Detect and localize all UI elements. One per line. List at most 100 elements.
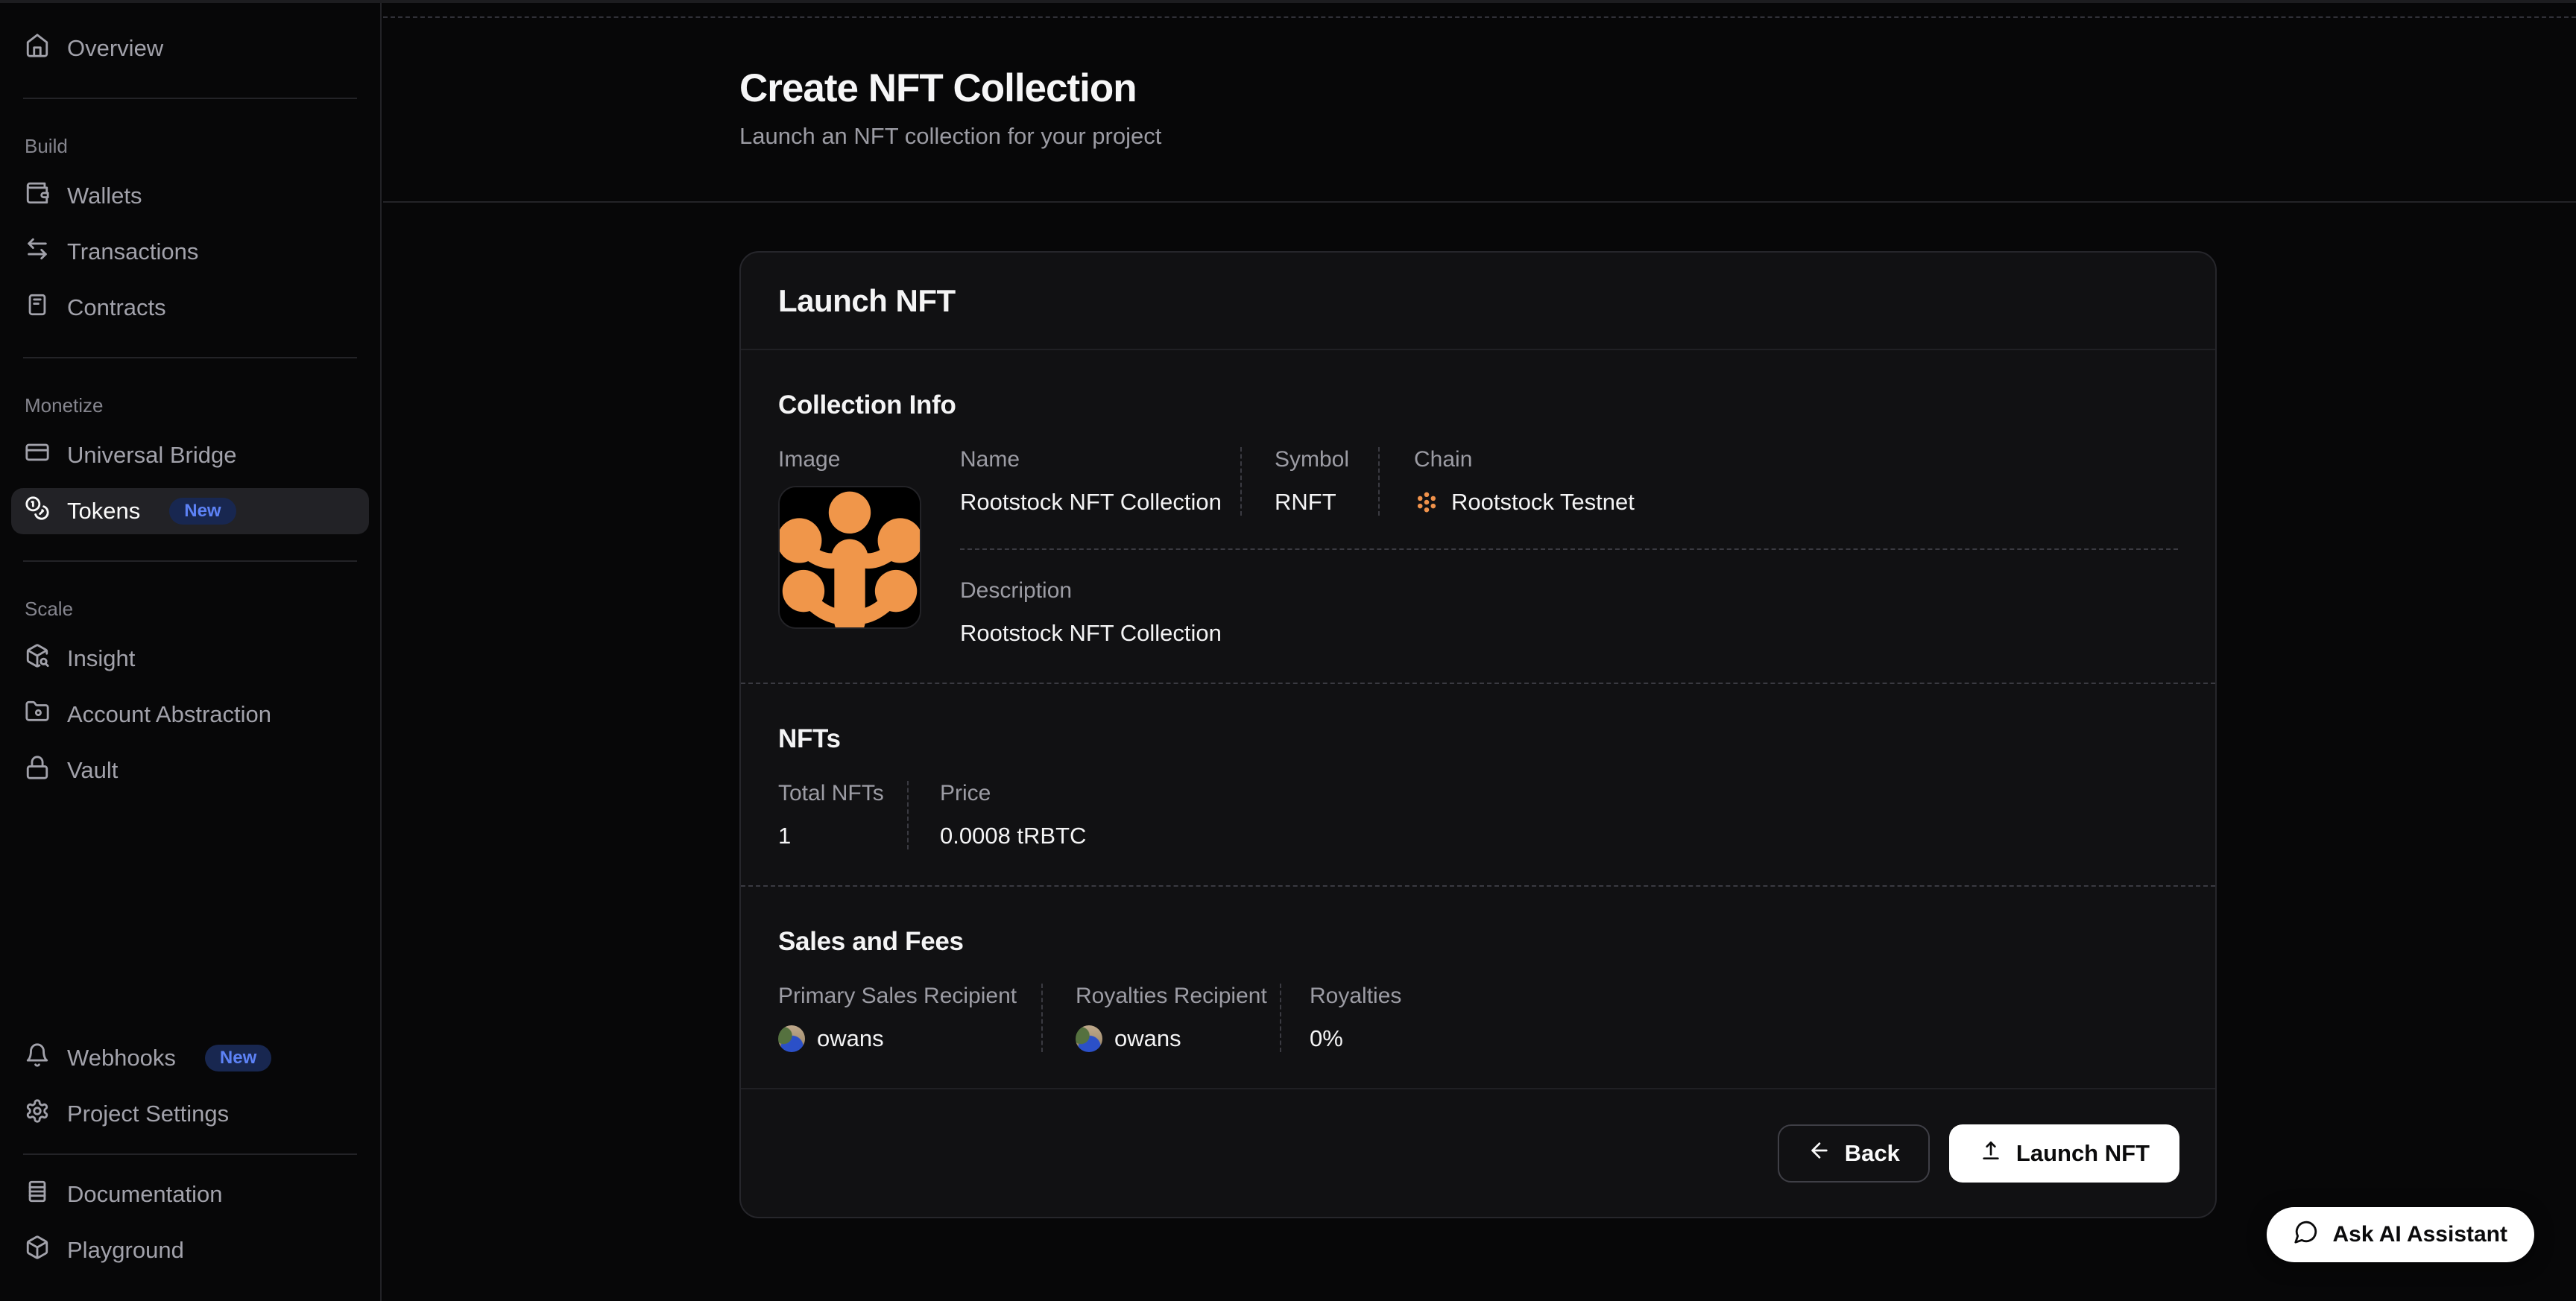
chain-label: Chain <box>1414 447 2178 472</box>
sidebar-item-label: Account Abstraction <box>67 701 271 728</box>
royalties-label: Royalties <box>1310 984 1401 1009</box>
card-header: Launch NFT <box>741 253 2215 350</box>
avatar <box>778 1025 805 1052</box>
wallet-icon <box>25 180 50 212</box>
symbol-label: Symbol <box>1275 447 1378 472</box>
sidebar-item-webhooks[interactable]: Webhooks New <box>11 1035 369 1081</box>
main-content: Create NFT Collection Launch an NFT coll… <box>383 3 2576 1301</box>
nft-artwork <box>780 487 920 627</box>
sidebar-divider <box>23 1153 357 1155</box>
sidebar-item-overview[interactable]: Overview <box>11 25 369 72</box>
ask-ai-assistant-button[interactable]: Ask AI Assistant <box>2267 1207 2534 1262</box>
collection-info-row: Name Rootstock NFT Collection Symbol RNF… <box>960 447 2178 550</box>
book-icon <box>25 1179 50 1210</box>
sidebar-item-wallets[interactable]: Wallets <box>11 173 369 219</box>
royalties-field: Royalties 0% <box>1280 984 1401 1052</box>
page-title: Create NFT Collection <box>739 66 2576 111</box>
card-title: Launch NFT <box>778 283 956 319</box>
coins-icon <box>25 496 50 527</box>
sidebar-item-label: Project Settings <box>67 1101 229 1127</box>
content-area: Launch NFT Collection Info Image <box>383 203 2576 1218</box>
name-field: Name Rootstock NFT Collection <box>960 447 1240 516</box>
sidebar-divider <box>23 560 357 562</box>
ask-ai-assistant-label: Ask AI Assistant <box>2332 1222 2507 1247</box>
sidebar-item-label: Documentation <box>67 1181 223 1208</box>
primary-sales-recipient-field: Primary Sales Recipient owans <box>778 984 1041 1052</box>
nfts-heading: NFTs <box>778 724 2178 754</box>
back-button-label: Back <box>1845 1140 1900 1167</box>
symbol-value: RNFT <box>1275 489 1378 516</box>
launch-nft-card: Launch NFT Collection Info Image <box>739 251 2217 1218</box>
new-badge: New <box>205 1045 271 1071</box>
card-footer: Back Launch NFT <box>741 1088 2215 1217</box>
description-label: Description <box>960 578 2178 604</box>
image-column: Image <box>778 447 960 647</box>
sidebar-item-label: Contracts <box>67 294 166 321</box>
description-value: Rootstock NFT Collection <box>960 620 2178 647</box>
sidebar-item-contracts[interactable]: Contracts <box>11 285 369 331</box>
gear-icon <box>25 1098 50 1130</box>
chain-value: Rootstock Testnet <box>1451 489 1635 516</box>
back-button[interactable]: Back <box>1778 1124 1930 1183</box>
sales-fees-section: Sales and Fees Primary Sales Recipient o… <box>741 885 2215 1088</box>
credit-card-icon <box>25 440 50 471</box>
sidebar-item-project-settings[interactable]: Project Settings <box>11 1091 369 1137</box>
sales-fees-heading: Sales and Fees <box>778 927 2178 957</box>
sidebar-item-insight[interactable]: Insight <box>11 636 369 682</box>
home-icon <box>25 33 50 64</box>
sidebar-divider <box>23 357 357 358</box>
arrow-left-icon <box>1808 1139 1831 1168</box>
sidebar-item-label: Universal Bridge <box>67 442 236 469</box>
sidebar-divider <box>23 98 357 99</box>
sidebar-item-playground[interactable]: Playground <box>11 1227 369 1273</box>
new-badge: New <box>169 498 236 525</box>
sidebar-item-universal-bridge[interactable]: Universal Bridge <box>11 432 369 478</box>
rootstock-chain-icon <box>1414 490 1439 515</box>
collection-info-heading: Collection Info <box>778 390 2178 420</box>
folder-icon <box>25 699 50 730</box>
app-window: Overview Build Wallets Transactions Cont… <box>0 0 2576 1301</box>
royalties-recipient-field: Royalties Recipient owans <box>1041 984 1280 1052</box>
price-value: 0.0008 tRBTC <box>940 823 1086 849</box>
page-subtitle: Launch an NFT collection for your projec… <box>739 123 2576 150</box>
total-nfts-label: Total NFTs <box>778 781 907 806</box>
sidebar-group-build: Build <box>25 135 369 158</box>
sidebar-item-label: Wallets <box>67 183 142 209</box>
description-field: Description Rootstock NFT Collection <box>960 578 2178 647</box>
launch-nft-button-label: Launch NFT <box>2016 1140 2150 1167</box>
total-nfts-field: Total NFTs 1 <box>778 781 907 849</box>
price-label: Price <box>940 781 1086 806</box>
royalties-recipient-label: Royalties Recipient <box>1076 984 1280 1009</box>
contract-icon <box>25 292 50 323</box>
sidebar-item-vault[interactable]: Vault <box>11 747 369 794</box>
launch-nft-button[interactable]: Launch NFT <box>1949 1124 2179 1183</box>
royalties-recipient-value: owans <box>1114 1025 1181 1052</box>
avatar <box>1076 1025 1102 1052</box>
sidebar-group-scale: Scale <box>25 598 369 621</box>
collection-image-preview <box>778 486 921 629</box>
arrows-left-right-icon <box>25 236 50 268</box>
sidebar-bottom-group: Webhooks New Project Settings Documentat… <box>11 1035 369 1283</box>
chain-field: Chain <box>1378 447 2178 516</box>
sidebar-item-transactions[interactable]: Transactions <box>11 229 369 275</box>
page-header: Create NFT Collection Launch an NFT coll… <box>383 16 2576 203</box>
sidebar-item-documentation[interactable]: Documentation <box>11 1171 369 1218</box>
sidebar-item-label: Playground <box>67 1237 184 1264</box>
price-field: Price 0.0008 tRBTC <box>907 781 1086 849</box>
upload-icon <box>1979 1139 2003 1168</box>
name-label: Name <box>960 447 1240 472</box>
sidebar-item-label: Overview <box>67 35 163 62</box>
total-nfts-value: 1 <box>778 823 907 849</box>
package-search-icon <box>25 643 50 674</box>
primary-sales-recipient-value: owans <box>817 1025 884 1052</box>
cube-icon <box>25 1235 50 1266</box>
sidebar-item-label: Webhooks <box>67 1045 176 1071</box>
chat-bubble-icon <box>2294 1219 2319 1250</box>
sidebar-item-label: Insight <box>67 645 135 672</box>
sidebar-item-account-abstraction[interactable]: Account Abstraction <box>11 691 369 738</box>
nfts-section: NFTs Total NFTs 1 Price 0.0008 tRBTC <box>741 683 2215 885</box>
collection-info-section: Collection Info Image <box>741 350 2215 683</box>
image-label: Image <box>778 447 960 472</box>
sidebar-item-tokens[interactable]: Tokens New <box>11 488 369 534</box>
lock-icon <box>25 755 50 786</box>
